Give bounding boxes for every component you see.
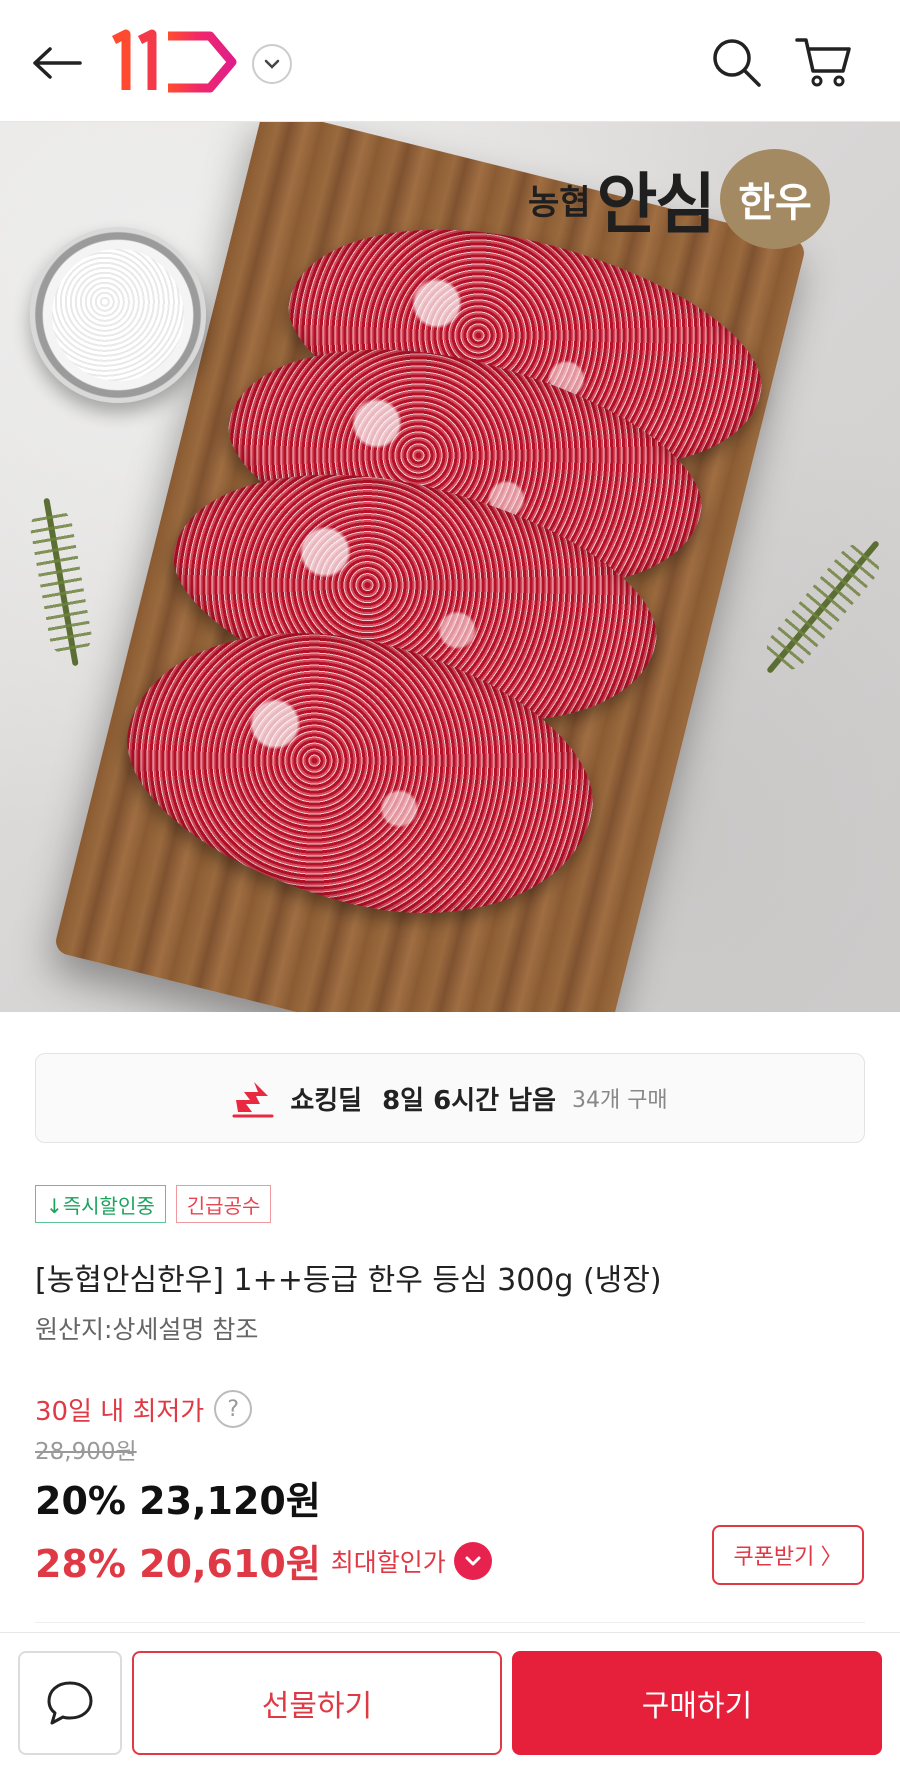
brand-logo-text: 농협 — [528, 182, 591, 223]
logo-dropdown-button[interactable] — [252, 44, 292, 84]
lowest-price-label: 30일 내 최저가 — [35, 1396, 205, 1427]
back-button[interactable] — [28, 38, 84, 88]
salt-bowl — [30, 227, 206, 403]
brand-logo: 농협 안심 한우 — [528, 144, 831, 254]
search-button[interactable] — [708, 34, 764, 90]
bottom-action-bar: 선물하기 구매하기 — [0, 1632, 900, 1774]
deal-remaining-time: 8일 6시간 남음 — [382, 1085, 556, 1116]
cart-icon — [795, 38, 851, 87]
purchase-count: 34개 구매 — [571, 1088, 668, 1113]
shocking-deal-bar: 쇼킹딜 8일 6시간 남음 34개 구매 — [35, 1053, 865, 1143]
lowest-price-row: 30일 내 최저가 ? — [35, 1390, 253, 1428]
chevron-down-icon — [264, 59, 280, 69]
chat-button[interactable] — [18, 1651, 122, 1755]
instant-discount-badge: ↓즉시할인중 — [35, 1185, 166, 1223]
cart-button[interactable] — [794, 34, 854, 90]
product-image[interactable]: 농협 안심 한우 — [0, 122, 900, 1012]
urgent-badge: 긴급공수 — [175, 1185, 272, 1223]
max-discount-price: 28% 20,610원 — [35, 1542, 321, 1586]
buy-button[interactable]: 구매하기 — [512, 1651, 882, 1755]
max-discount-label: 최대할인가 — [330, 1547, 446, 1577]
gift-button[interactable]: 선물하기 — [132, 1651, 502, 1755]
product-title: [농협안심한우] 1++등급 한우 등심 300g (냉장) — [35, 1263, 662, 1298]
max-discount-row: 28% 20,610원 최대할인가 — [35, 1533, 492, 1588]
original-price: 28,900원 — [35, 1439, 137, 1465]
chat-bubble-icon — [47, 1681, 93, 1725]
chevron-down-icon — [465, 1556, 481, 1565]
arrow-left-icon — [33, 47, 82, 79]
help-icon[interactable]: ? — [214, 1390, 253, 1428]
logo-11st-icon — [111, 29, 237, 93]
expand-discount-button[interactable] — [453, 1541, 492, 1580]
sale-price: 20% 23,120원 — [35, 1479, 321, 1523]
lightning-icon — [232, 1082, 274, 1118]
top-header — [0, 0, 900, 122]
rosemary-sprig — [43, 497, 79, 667]
rosemary-sprig — [766, 539, 880, 675]
get-coupon-button[interactable]: 쿠폰받기 〉 — [712, 1525, 864, 1585]
brand-logo-text: 안심 — [596, 166, 716, 243]
deal-label: 쇼킹딜 — [290, 1085, 363, 1116]
product-badges: ↓즉시할인중 긴급공수 — [35, 1185, 272, 1223]
search-icon — [713, 39, 761, 87]
brand-logo-circle: 한우 — [720, 149, 831, 249]
divider — [35, 1622, 865, 1623]
site-logo[interactable] — [110, 28, 240, 96]
product-origin: 원산지:상세설명 참조 — [35, 1315, 259, 1344]
